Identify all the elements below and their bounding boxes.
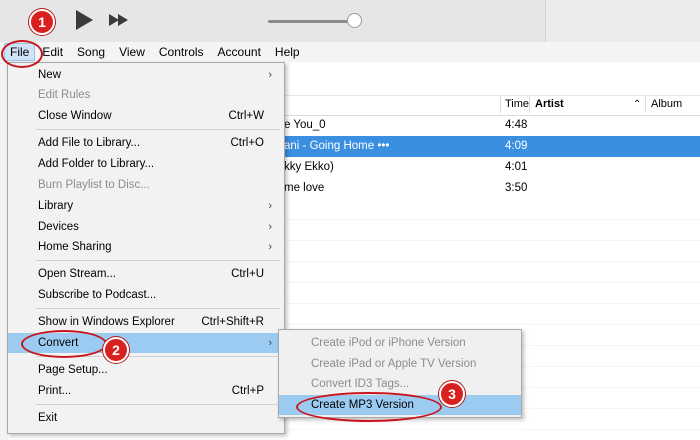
menu-item-label: Devices (38, 221, 79, 233)
fast-forward-icon[interactable] (108, 9, 130, 31)
menu-item-subscribe-podcast[interactable]: Subscribe to Podcast... (8, 285, 284, 305)
menu-item-label: Create iPad or Apple TV Version (311, 358, 477, 370)
menu-item-label: Home Sharing (38, 241, 112, 253)
menu-item-label: Create iPod or iPhone Version (311, 337, 466, 349)
menu-item-shortcut: Ctrl+Shift+R (201, 316, 264, 328)
annotation-ring-create-mp3 (296, 392, 442, 422)
menu-separator (36, 308, 280, 309)
menu-help[interactable]: Help (268, 42, 307, 62)
sort-ascending-icon: ⌃ (633, 99, 642, 110)
submenu-item-ipod-iphone-version: Create iPod or iPhone Version (279, 333, 521, 353)
volume-slider-track[interactable] (268, 20, 356, 23)
menu-item-home-sharing[interactable]: Home Sharing › (8, 237, 284, 257)
menu-view[interactable]: View (112, 42, 152, 62)
song-time-cell: 4:09 (505, 140, 528, 152)
menu-item-shortcut: Ctrl+W (228, 110, 264, 122)
menu-separator (36, 129, 280, 130)
menu-item-label: Add Folder to Library... (38, 158, 155, 170)
song-time-cell: 4:48 (505, 119, 528, 131)
menu-separator (36, 260, 280, 261)
menu-song[interactable]: Song (70, 42, 112, 62)
column-header-album[interactable]: Album (651, 97, 682, 112)
menu-item-label: Edit Rules (38, 89, 91, 101)
menu-item-label: New (38, 69, 62, 81)
song-title-cell: kky Ekko) (284, 161, 334, 173)
menu-account[interactable]: Account (211, 42, 268, 62)
song-time-cell: 4:01 (505, 161, 528, 173)
menu-item-close-window[interactable]: Close Window Ctrl+W (8, 106, 284, 126)
menu-item-shortcut: Ctrl+O (230, 137, 264, 149)
annotation-ring-file (1, 40, 43, 68)
play-icon[interactable] (73, 9, 95, 31)
toolbar-status-area (545, 0, 700, 42)
menu-bar: File Edit Song View Controls Account Hel… (0, 42, 700, 63)
song-title-cell: ani - Going Home ••• (284, 140, 390, 152)
annotation-ring-convert (21, 330, 107, 358)
menu-item-print[interactable]: Print... Ctrl+P (8, 381, 284, 401)
menu-item-label: Burn Playlist to Disc... (38, 179, 150, 191)
chevron-right-icon: › (268, 69, 272, 81)
column-divider (500, 96, 501, 113)
step-3-badge: 3 (439, 381, 465, 407)
menu-item-burn-playlist: Burn Playlist to Disc... (8, 175, 284, 195)
menu-item-label: Subscribe to Podcast... (38, 289, 157, 301)
column-divider (529, 96, 530, 113)
chevron-right-icon: › (268, 221, 272, 233)
menu-item-label: Page Setup... (38, 364, 108, 376)
menu-separator (36, 404, 280, 405)
menu-item-label: Print... (38, 385, 72, 397)
submenu-item-convert-id3-tags: Convert ID3 Tags... (279, 374, 521, 394)
submenu-item-ipad-appletv-version: Create iPad or Apple TV Version (279, 354, 521, 374)
column-header-time[interactable]: Time (505, 97, 529, 112)
menu-item-label: Close Window (38, 110, 112, 122)
menu-item-exit[interactable]: Exit (8, 408, 284, 428)
song-time-cell: 3:50 (505, 182, 528, 194)
menu-item-label: Open Stream... (38, 268, 116, 280)
volume-slider-knob[interactable] (347, 13, 362, 28)
menu-item-label: Exit (38, 412, 58, 424)
song-title-cell: e You_0 (284, 119, 326, 131)
menu-item-devices[interactable]: Devices › (8, 217, 284, 237)
chevron-right-icon: › (268, 241, 272, 253)
menu-item-open-stream[interactable]: Open Stream... Ctrl+U (8, 264, 284, 284)
menu-item-add-folder[interactable]: Add Folder to Library... (8, 154, 284, 174)
menu-item-label: Convert ID3 Tags... (311, 378, 410, 390)
menu-item-add-file[interactable]: Add File to Library... Ctrl+O (8, 133, 284, 153)
step-2-badge: 2 (103, 337, 129, 363)
menu-item-label: Add File to Library... (38, 137, 141, 149)
menu-item-label: Show in Windows Explorer (38, 316, 175, 328)
song-title-cell: me love (284, 182, 325, 194)
chevron-right-icon: › (268, 337, 272, 349)
menu-item-page-setup[interactable]: Page Setup... (8, 360, 284, 380)
menu-controls[interactable]: Controls (152, 42, 211, 62)
menu-item-new[interactable]: New › (8, 65, 284, 85)
menu-item-library[interactable]: Library › (8, 196, 284, 216)
column-header-artist[interactable]: Artist (535, 97, 564, 112)
file-menu: New › Edit Rules Close Window Ctrl+W Add… (7, 62, 285, 434)
menu-item-show-in-explorer[interactable]: Show in Windows Explorer Ctrl+Shift+R (8, 312, 284, 332)
menu-item-label: Library (38, 200, 74, 212)
menu-item-edit-rules: Edit Rules (8, 85, 284, 105)
column-divider (645, 96, 646, 113)
chevron-right-icon: › (268, 200, 272, 212)
menu-item-shortcut: Ctrl+P (231, 385, 264, 397)
step-1-badge: 1 (29, 9, 55, 35)
menu-item-shortcut: Ctrl+U (231, 268, 264, 280)
